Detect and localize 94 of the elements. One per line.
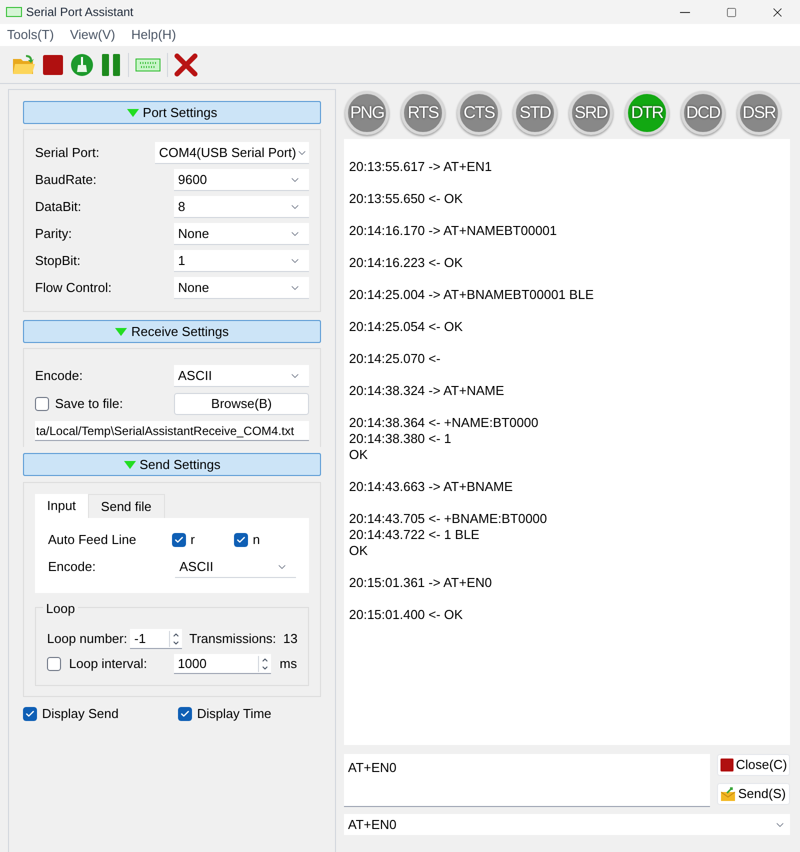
log-line: 20:14:43.722 <- 1 BLE xyxy=(349,527,480,543)
log-line: 20:14:43.663 -> AT+BNAME xyxy=(349,479,514,495)
send-input[interactable]: AT+EN0 xyxy=(344,754,710,807)
checkbox[interactable] xyxy=(178,707,192,721)
field-label: Loop number: xyxy=(47,630,128,648)
menu-item[interactable]: View(V) xyxy=(70,25,116,45)
spin-down-icon[interactable] xyxy=(260,664,269,672)
spin-up-icon[interactable] xyxy=(172,630,180,638)
field-label: Auto Feed Line xyxy=(48,531,138,550)
file-path-field[interactable]: ta/Local/Temp\SerialAssistantReceive_COM4.txt xyxy=(35,421,309,441)
field-label: Encode: xyxy=(48,558,97,576)
log-line: 20:15:01.361 -> AT+EN0 xyxy=(349,575,493,591)
section-header[interactable]: Receive Settings xyxy=(23,320,321,343)
dropdown[interactable]: None xyxy=(174,223,309,245)
log-line: OK xyxy=(349,447,369,463)
maximize-icon xyxy=(726,6,736,18)
log-line: 20:14:43.705 <- +BNAME:BT0000 xyxy=(349,511,548,527)
browse-button[interactable]: Browse(B) xyxy=(174,393,309,415)
unit-label: ms xyxy=(280,655,297,674)
app-icon xyxy=(6,7,22,17)
window-title: Serial Port Assistant xyxy=(26,4,134,21)
stop-icon xyxy=(720,758,734,772)
dropdown[interactable]: None xyxy=(174,277,309,299)
checkbox-label: r xyxy=(190,531,195,550)
history-dropdown[interactable]: AT+EN0 xyxy=(344,814,790,835)
signal-lamp: PNG xyxy=(345,90,389,134)
field-label: Serial Port: xyxy=(35,144,100,162)
log-line: 20:14:25.004 -> AT+BNAMEBT00001 BLE xyxy=(349,287,595,303)
checkbox[interactable] xyxy=(47,657,61,671)
check-icon xyxy=(174,535,184,545)
pause-icon[interactable] xyxy=(100,52,122,76)
section-header[interactable]: Send Settings xyxy=(23,453,321,476)
field-label: StopBit: xyxy=(35,252,81,270)
log-line: 20:14:16.170 -> AT+NAMEBT00001 xyxy=(349,223,558,239)
envelope-icon xyxy=(721,787,736,801)
checkbox-label: Loop interval: xyxy=(69,655,148,674)
folder-icon[interactable] xyxy=(12,54,36,76)
menu-item[interactable]: Tools(T) xyxy=(7,25,54,45)
dropdown[interactable]: 9600 xyxy=(174,169,309,191)
field-label: Encode: xyxy=(35,367,83,386)
field-label: Parity: xyxy=(35,225,72,244)
log-line: 20:14:25.070 <- xyxy=(349,351,442,367)
log-line: 20:14:38.380 <- 1 xyxy=(349,431,452,447)
dropdown[interactable]: 8 xyxy=(174,196,309,218)
checkbox[interactable] xyxy=(234,533,248,547)
menu-item[interactable]: Help(H) xyxy=(131,25,176,45)
section-header[interactable]: Port Settings xyxy=(23,101,321,124)
stop-icon[interactable] xyxy=(42,54,64,76)
spin-up-icon[interactable] xyxy=(260,656,269,664)
log-line: 20:14:25.054 <- OK xyxy=(349,319,464,335)
triangle-icon xyxy=(124,460,136,468)
close-port-button[interactable]: Close(C) xyxy=(717,754,790,776)
triangle-icon xyxy=(115,328,128,336)
log-line: OK xyxy=(349,543,369,559)
field-label: BaudRate: xyxy=(35,171,96,190)
loop-interval-spinbox[interactable]: 1000 xyxy=(174,654,271,674)
signal-lamp: SRD xyxy=(569,90,613,134)
tab[interactable]: Input xyxy=(35,494,88,518)
checkbox-label: Display Send xyxy=(42,705,119,724)
spin-down-icon[interactable] xyxy=(172,638,180,646)
checkbox-label: Display Time xyxy=(197,705,272,724)
checkbox-label: n xyxy=(252,531,260,550)
triangle-icon xyxy=(126,108,139,116)
log-line: 20:14:38.364 <- +NAME:BT0000 xyxy=(349,415,540,431)
broom-icon[interactable] xyxy=(70,52,94,76)
signal-lamp: RTS xyxy=(401,90,445,134)
check-icon xyxy=(236,535,246,545)
signal-lamp: DCD xyxy=(681,90,725,134)
log-line: 20:13:55.650 <- OK xyxy=(349,191,464,207)
signal-lamp: DTR xyxy=(625,90,669,134)
dropdown[interactable]: ASCII xyxy=(174,365,309,387)
log-line: 20:14:38.324 -> AT+NAME xyxy=(349,383,506,399)
field-label: Flow Control: xyxy=(35,279,112,298)
log-line: 20:13:55.617 -> AT+EN1 xyxy=(349,159,493,175)
dropdown[interactable]: 1 xyxy=(174,250,309,272)
close-icon[interactable] xyxy=(174,52,198,76)
loop-number-spinbox[interactable]: -1 xyxy=(130,629,182,649)
checkbox-label: Save to file: xyxy=(55,395,123,414)
checkbox[interactable] xyxy=(35,397,49,411)
signal-lamp: DSR xyxy=(737,90,781,134)
log-line: 20:14:16.223 <- OK xyxy=(349,255,464,271)
checkbox[interactable] xyxy=(172,533,186,547)
field-label: DataBit: xyxy=(35,198,82,216)
check-icon xyxy=(25,709,35,719)
checkbox[interactable] xyxy=(23,707,37,721)
field-label: Transmissions: xyxy=(189,630,276,648)
check-icon xyxy=(180,709,190,719)
signal-lamp: STD xyxy=(513,90,557,134)
signal-lamp: CTS xyxy=(457,90,501,134)
transmissions-count: 13 xyxy=(283,630,298,648)
tab[interactable]: Send file xyxy=(88,494,165,518)
send-button[interactable]: Send(S) xyxy=(717,783,790,805)
dropdown[interactable]: COM4(USB Serial Port) xyxy=(155,142,309,164)
log-line: 20:15:01.400 <- OK xyxy=(349,607,464,623)
